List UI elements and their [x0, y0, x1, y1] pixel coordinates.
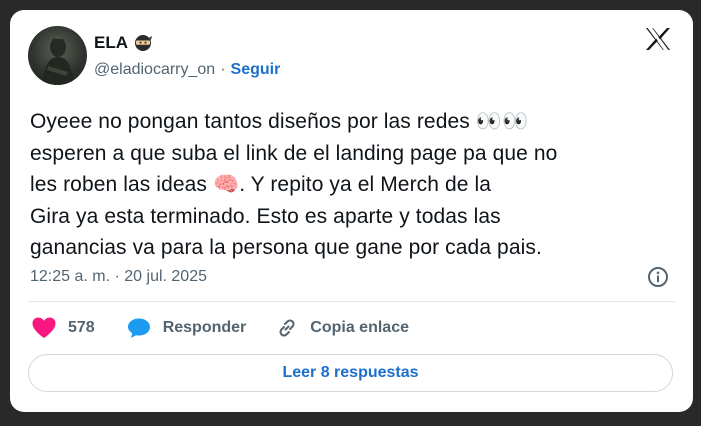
read-replies-button[interactable]: Leer 8 respuestas	[28, 354, 673, 392]
like-count: 578	[68, 319, 95, 336]
tweet-actions: 578 Responder Copia enlace	[32, 316, 409, 340]
author-name[interactable]: ELA	[94, 33, 152, 53]
tweet-line: esperen a que suba el link de el landing…	[30, 141, 558, 165]
tweet-line: ganancias va para la persona que gane po…	[30, 236, 542, 259]
author-name-text: ELA	[94, 33, 128, 52]
x-logo-icon[interactable]	[645, 27, 671, 51]
tweet-text: Oyeee no pongan tantos diseños por las r…	[30, 106, 670, 264]
tweet-timestamp[interactable]: 12:25 a. m. · 20 jul. 2025	[30, 268, 207, 286]
tweet-line: Gira ya esta terminado. Esto es aparte y…	[30, 204, 501, 228]
info-icon[interactable]	[647, 266, 669, 288]
divider	[28, 301, 675, 302]
speech-bubble-icon	[127, 317, 151, 339]
avatar[interactable]	[28, 26, 87, 85]
author-handle[interactable]: @eladiocarry_on	[94, 61, 215, 79]
link-icon	[276, 317, 298, 339]
tweet-embed-card: ELA @eladiocarry_on · Seguir Oyeee no po…	[10, 10, 693, 412]
copy-link-label: Copia enlace	[310, 319, 409, 336]
tweet-line: les roben las ideas 🧠. Y repito ya el Me…	[30, 173, 492, 196]
like-button[interactable]: 578	[32, 317, 95, 339]
reply-label: Responder	[162, 319, 247, 336]
handle-row: @eladiocarry_on · Seguir	[94, 61, 280, 79]
heart-icon	[32, 317, 56, 339]
reply-button[interactable]: Responder	[127, 317, 247, 339]
copy-link-button[interactable]: Copia enlace	[276, 317, 409, 339]
ninja-icon	[134, 34, 152, 52]
handle-separator: ·	[220, 61, 226, 78]
tweet-line: Oyeee no pongan tantos diseños por las r…	[30, 110, 529, 133]
follow-button[interactable]: Seguir	[231, 61, 281, 79]
